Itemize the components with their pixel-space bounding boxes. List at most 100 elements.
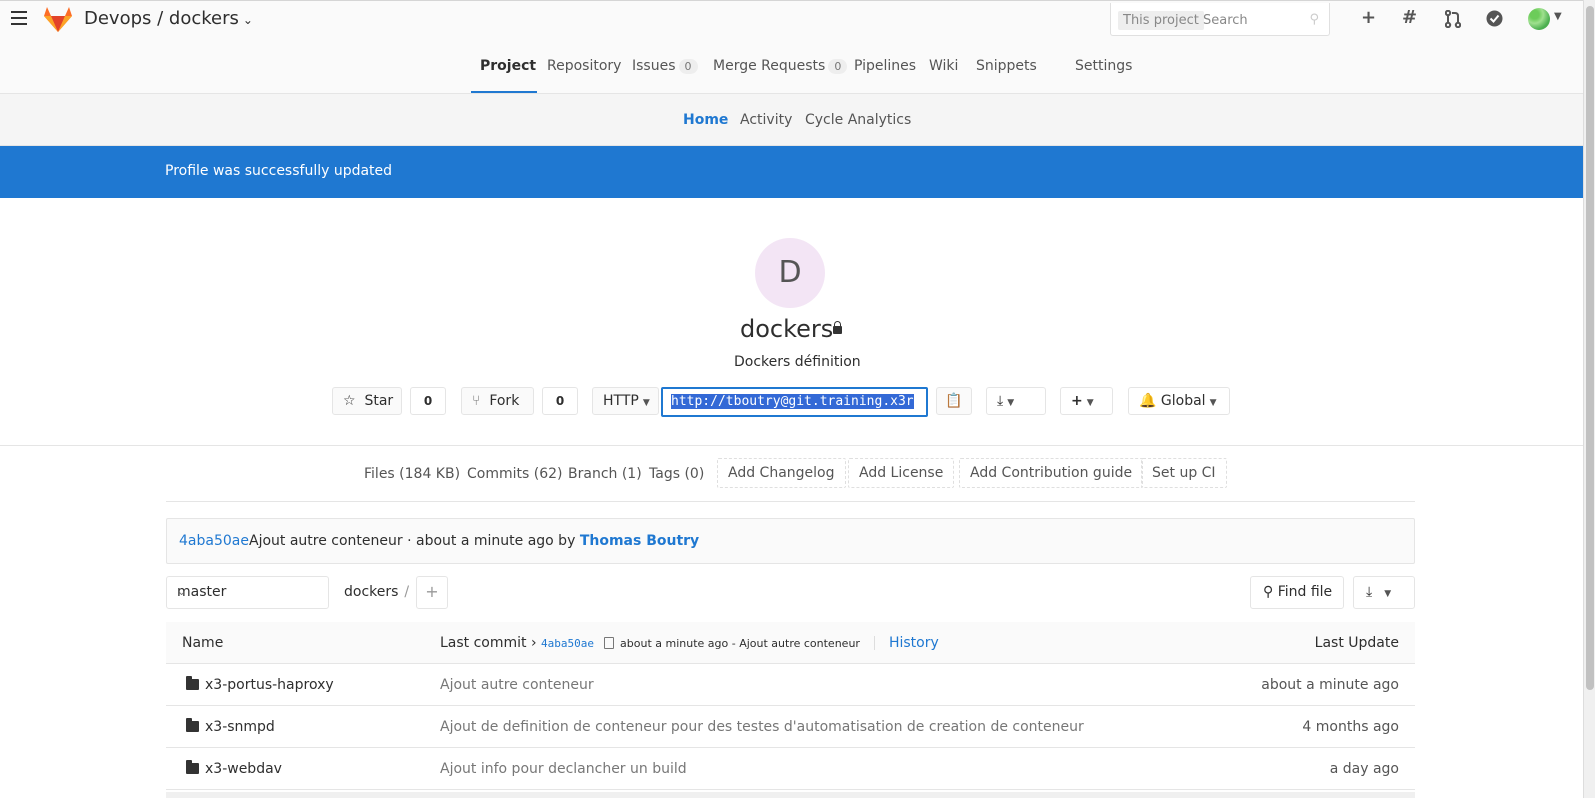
menu-hamburger-icon[interactable] <box>11 11 27 25</box>
plus-icon[interactable]: + <box>1361 7 1376 28</box>
project-path-title[interactable]: Devops / dockers ⌄ <box>84 8 253 29</box>
chevron-down-icon: ▼ <box>1209 398 1217 408</box>
tab-snippets[interactable]: Snippets <box>976 58 1037 74</box>
vertical-scrollbar[interactable] <box>1583 0 1595 798</box>
sub-nav: Home Activity Cycle Analytics <box>0 94 1583 146</box>
commits-link[interactable]: Commits (62) <box>467 466 562 482</box>
download-archive-dropdown[interactable]: ⤓ ▼ <box>1353 576 1415 609</box>
search-input[interactable]: Search <box>1203 13 1248 28</box>
chevron-down-icon[interactable]: ▼ <box>1554 11 1562 22</box>
project-path-text[interactable]: Devops / dockers <box>84 8 239 29</box>
chevron-down-icon[interactable]: ⌄ <box>243 13 253 27</box>
fork-button[interactable]: ⑂ Fork <box>461 387 534 415</box>
tree-item-commit-message[interactable]: Ajout de definition de conteneur pour de… <box>440 719 1084 735</box>
table-row[interactable]: x3-portus-haproxy Ajout autre conteneur … <box>166 664 1415 706</box>
last-commit-box: 4aba50ae Ajout autre conteneur · about a… <box>166 518 1415 564</box>
name-column-header: Name <box>182 635 224 651</box>
chevron-down-icon: ▼ <box>1086 398 1094 408</box>
clone-url-text[interactable]: http://tboutry@git.training.x3r <box>671 394 914 409</box>
tab-merge-requests[interactable]: Merge Requests 0 <box>713 58 848 74</box>
tab-issues[interactable]: Issues 0 <box>632 58 698 74</box>
subtab-activity[interactable]: Activity <box>740 112 792 128</box>
download-dropdown[interactable]: ⤓ ▼ <box>986 387 1046 415</box>
search-scope-badge[interactable]: This project <box>1118 11 1204 30</box>
commit-sha-link[interactable]: 4aba50ae <box>179 533 249 549</box>
merge-request-icon[interactable] <box>1445 10 1461 28</box>
copy-url-button[interactable]: 📋 <box>936 387 972 415</box>
copy-sha-icon[interactable] <box>604 637 615 649</box>
add-contribution-guide-button[interactable]: Add Contribution guide <box>959 458 1144 488</box>
header-commit-sha-link[interactable]: 4aba50ae <box>541 637 594 650</box>
divider <box>166 501 1415 502</box>
notification-dropdown[interactable]: 🔔 Global ▼ <box>1128 387 1230 415</box>
star-label: Star <box>364 393 394 409</box>
tree-item-name[interactable]: x3-webdav <box>205 761 282 777</box>
download-icon: ⤓ <box>1366 584 1373 600</box>
star-icon: ☆ <box>343 393 356 409</box>
chevron-down-icon: ▼ <box>1007 398 1015 408</box>
setup-ci-button[interactable]: Set up CI <box>1141 458 1227 488</box>
folder-icon <box>186 760 199 774</box>
history-link[interactable]: History <box>889 635 939 651</box>
download-icon: ⤓ <box>997 393 1004 409</box>
search-icon: ⚲ <box>1309 12 1319 27</box>
issues-count-badge: 0 <box>678 59 698 74</box>
merge-requests-count-badge: 0 <box>828 59 848 74</box>
branch-selector[interactable]: master ⌄ <box>166 576 329 609</box>
user-avatar[interactable] <box>1528 8 1550 30</box>
subtab-home[interactable]: Home <box>683 112 728 128</box>
tree-item-commit-message[interactable]: Ajout autre conteneur <box>440 677 594 693</box>
tree-item-updated: 4 months ago <box>1302 719 1399 735</box>
folder-icon <box>186 718 199 732</box>
table-row[interactable]: x3-webdav Ajout info pour declancher un … <box>166 748 1415 790</box>
add-changelog-button[interactable]: Add Changelog <box>717 458 846 488</box>
table-header: Name Last commit › 4aba50ae about a minut… <box>166 622 1415 664</box>
section-divider <box>0 445 1583 446</box>
find-file-button[interactable]: ⚲ Find file <box>1250 576 1344 609</box>
tab-repository[interactable]: Repository <box>547 58 621 74</box>
project-avatar: D <box>755 238 825 308</box>
tree-item-name[interactable]: x3-portus-haproxy <box>205 677 334 693</box>
fork-icon: ⑂ <box>472 393 481 409</box>
add-to-tree-button[interactable]: + <box>416 576 448 609</box>
table-row-partial <box>166 792 1415 798</box>
table-row[interactable]: x3-snmpd Ajout de definition de conteneu… <box>166 706 1415 748</box>
star-count[interactable]: 0 <box>410 387 446 415</box>
gitlab-logo[interactable] <box>43 5 73 33</box>
tab-wiki[interactable]: Wiki <box>929 58 958 74</box>
tree-item-name[interactable]: x3-snmpd <box>205 719 275 735</box>
breadcrumb-root[interactable]: dockers <box>344 584 398 600</box>
chevron-down-icon: ⌄ <box>177 585 187 598</box>
tree-item-updated: about a minute ago <box>1261 677 1399 693</box>
add-new-dropdown[interactable]: + ▼ <box>1060 387 1113 415</box>
tab-pipelines[interactable]: Pipelines <box>854 58 916 74</box>
file-tree-table: Name Last commit › 4aba50ae about a minut… <box>166 622 1415 790</box>
hash-icon[interactable]: # <box>1402 7 1417 28</box>
tab-issues-label[interactable]: Issues <box>632 58 676 74</box>
files-link[interactable]: Files (184 KB) <box>364 466 460 482</box>
clipboard-icon: 📋 <box>945 393 963 409</box>
tab-merge-requests-label[interactable]: Merge Requests <box>713 58 825 74</box>
star-button[interactable]: ☆ Star <box>332 387 402 415</box>
plus-icon: + <box>1071 393 1083 409</box>
tags-link[interactable]: Tags (0) <box>649 466 704 482</box>
fork-label: Fork <box>489 393 520 409</box>
last-update-column-header: Last Update <box>1314 635 1399 651</box>
project-description: Dockers définition <box>734 354 861 370</box>
clone-url-input[interactable]: http://tboutry@git.training.x3r <box>661 387 928 417</box>
tree-item-commit-message[interactable]: Ajout info pour declancher un build <box>440 761 687 777</box>
fork-count[interactable]: 0 <box>542 387 578 415</box>
top-header: Devops / dockers ⌄ This project Search ⚲ … <box>0 0 1583 40</box>
branches-link[interactable]: Branch (1) <box>568 466 642 482</box>
todo-check-icon[interactable] <box>1486 10 1503 27</box>
chevron-down-icon: ▼ <box>1384 589 1392 599</box>
add-license-button[interactable]: Add License <box>848 458 955 488</box>
subtab-cycle-analytics[interactable]: Cycle Analytics <box>805 112 911 128</box>
scrollbar-thumb[interactable] <box>1586 6 1594 690</box>
search-icon: ⚲ <box>1263 584 1274 600</box>
commit-author-link[interactable]: Thomas Boutry <box>580 533 699 549</box>
search-box[interactable]: This project Search ⚲ <box>1110 3 1330 36</box>
tab-project[interactable]: Project <box>480 58 536 74</box>
tab-settings[interactable]: Settings <box>1075 58 1132 74</box>
clone-protocol-dropdown[interactable]: HTTP ▼ <box>592 387 659 415</box>
